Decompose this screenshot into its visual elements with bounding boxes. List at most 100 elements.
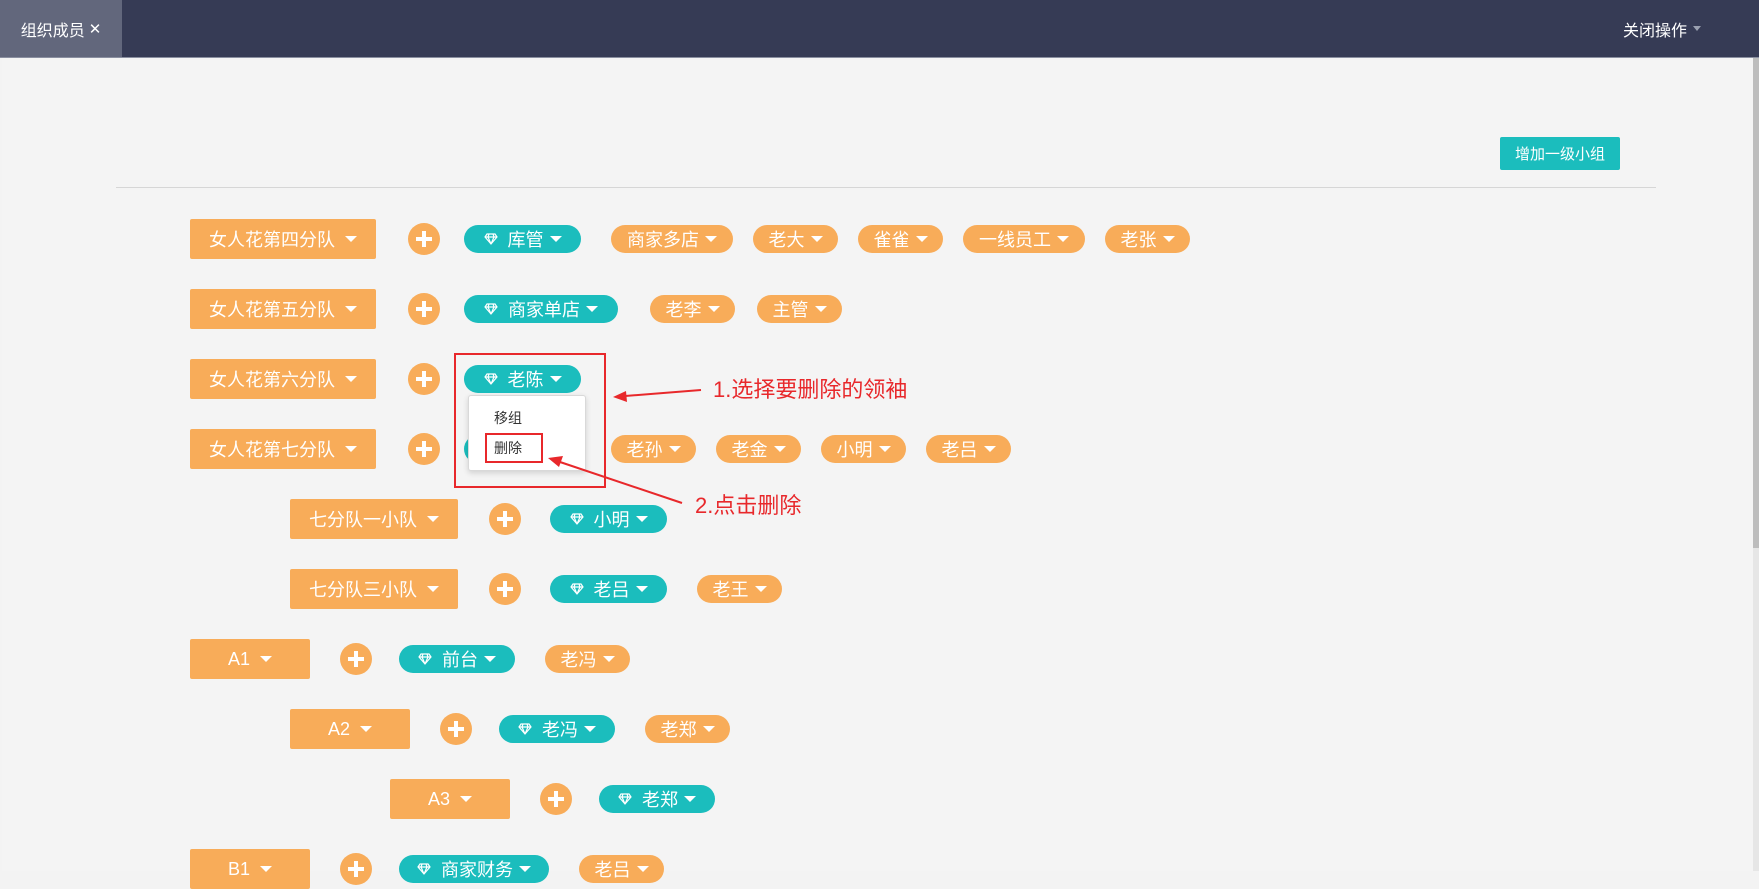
caret-down-icon	[1693, 26, 1701, 31]
caret-down-icon	[773, 446, 786, 452]
leader-tag[interactable]: 老郑	[599, 785, 715, 813]
add-top-level-group-button[interactable]: 增加一级小组	[1500, 137, 1620, 170]
member-tag[interactable]: 小明	[821, 435, 906, 463]
caret-down-icon	[345, 306, 357, 312]
member-name: 老吕	[594, 860, 631, 880]
group-name: A1	[227, 648, 251, 669]
caret-down-icon	[810, 236, 823, 242]
member-tag[interactable]: 老冯	[545, 645, 630, 673]
member-name: 老郑	[660, 720, 697, 740]
caret-down-icon	[549, 236, 562, 242]
group-name: 女人花第六分队	[209, 370, 335, 390]
caret-down-icon	[345, 376, 357, 382]
group-name: 女人花第四分队	[209, 230, 335, 250]
leader-name: 商家财务	[441, 860, 513, 880]
add-member-plus-icon[interactable]	[408, 363, 440, 395]
leader-tag[interactable]: 商家财务	[399, 855, 549, 883]
add-member-plus-icon[interactable]	[340, 643, 372, 675]
member-tag[interactable]: 雀雀	[858, 225, 943, 253]
close-operations-menu[interactable]: 关闭操作	[1623, 0, 1701, 57]
caret-down-icon	[705, 236, 717, 242]
caret-down-icon	[345, 236, 357, 242]
group-dropdown-button[interactable]: A1	[190, 639, 310, 679]
group-dropdown-button[interactable]: B1	[190, 849, 310, 889]
caret-down-icon	[427, 586, 439, 592]
caret-down-icon	[702, 726, 715, 732]
member-tag[interactable]: 主管	[757, 295, 842, 323]
annotation-highlight-box	[454, 353, 606, 488]
caret-down-icon	[602, 656, 615, 662]
caret-down-icon	[707, 306, 720, 312]
add-member-plus-icon[interactable]	[408, 293, 440, 325]
group-dropdown-button[interactable]: 七分队三小队	[290, 569, 458, 609]
member-tag[interactable]: 老金	[716, 435, 801, 463]
add-member-plus-icon[interactable]	[489, 573, 521, 605]
add-member-plus-icon[interactable]	[340, 853, 372, 885]
group-dropdown-button[interactable]: 女人花第四分队	[190, 219, 376, 259]
caret-down-icon	[754, 586, 767, 592]
add-member-plus-icon[interactable]	[408, 433, 440, 465]
leader-name: 商家单店	[508, 300, 580, 320]
caret-down-icon	[584, 726, 596, 732]
add-member-plus-icon[interactable]	[540, 783, 572, 815]
caret-down-icon	[684, 796, 696, 802]
member-name: 老大	[768, 230, 805, 250]
group-dropdown-button[interactable]: A3	[390, 779, 510, 819]
member-tag[interactable]: 老大	[753, 225, 838, 253]
scrollbar-thumb[interactable]	[1753, 58, 1759, 548]
member-tag[interactable]: 老郑	[645, 715, 730, 743]
group-row: B1 商家财务 老吕	[190, 849, 664, 889]
caret-down-icon	[360, 726, 373, 732]
divider	[116, 187, 1656, 188]
leader-tag[interactable]: 老吕	[550, 575, 667, 603]
leader-name: 库管	[507, 230, 544, 250]
leader-tag[interactable]: 小明	[550, 505, 667, 533]
member-tag[interactable]: 老张	[1105, 225, 1190, 253]
add-member-plus-icon[interactable]	[408, 223, 440, 255]
group-name: A3	[427, 788, 451, 809]
caret-down-icon	[635, 586, 648, 592]
group-name: 七分队三小队	[309, 580, 417, 600]
vertical-scrollbar[interactable]	[1753, 58, 1759, 871]
caret-down-icon	[427, 516, 439, 522]
group-dropdown-button[interactable]: A2	[290, 709, 410, 749]
tab-organization-members[interactable]: 组织成员 ✕	[0, 0, 122, 57]
group-row: A3 老郑	[390, 779, 715, 819]
member-tag[interactable]: 老吕	[926, 435, 1011, 463]
member-name: 老孙	[626, 440, 663, 460]
member-name: 老吕	[941, 440, 978, 460]
leader-name: 老郑	[642, 790, 678, 810]
caret-down-icon	[915, 236, 928, 242]
member-tag[interactable]: 一线员工	[963, 225, 1085, 253]
diamond-icon	[569, 583, 584, 595]
tab-close-icon[interactable]: ✕	[89, 20, 102, 38]
diamond-icon	[484, 303, 498, 315]
group-name: 女人花第七分队	[209, 440, 335, 460]
member-tag[interactable]: 商家多店	[611, 225, 733, 253]
member-name: 老冯	[560, 650, 597, 670]
caret-down-icon	[878, 446, 891, 452]
member-tag[interactable]: 老李	[650, 295, 735, 323]
member-tag[interactable]: 老孙	[611, 435, 696, 463]
group-dropdown-button[interactable]: 女人花第六分队	[190, 359, 376, 399]
group-name: A2	[327, 718, 351, 739]
leader-tag[interactable]: 前台	[399, 645, 515, 673]
member-name: 老王	[712, 580, 749, 600]
caret-down-icon	[260, 866, 273, 872]
add-member-plus-icon[interactable]	[440, 713, 472, 745]
member-tag[interactable]: 老吕	[579, 855, 664, 883]
group-dropdown-button[interactable]: 七分队一小队	[290, 499, 458, 539]
group-dropdown-button[interactable]: 女人花第五分队	[190, 289, 376, 329]
caret-down-icon	[484, 656, 496, 662]
group-row: A1 前台 老冯	[190, 639, 630, 679]
diamond-icon	[569, 513, 584, 525]
add-member-plus-icon[interactable]	[489, 503, 521, 535]
leader-tag[interactable]: 库管	[464, 225, 581, 253]
leader-tag[interactable]: 商家单店	[464, 295, 618, 323]
diamond-icon	[418, 653, 432, 665]
top-navbar: 组织成员 ✕ 关闭操作	[0, 0, 1759, 58]
group-row: 七分队三小队 老吕 老王	[290, 569, 782, 609]
member-tag[interactable]: 老王	[697, 575, 782, 603]
leader-tag[interactable]: 老冯	[499, 715, 615, 743]
group-dropdown-button[interactable]: 女人花第七分队	[190, 429, 376, 469]
